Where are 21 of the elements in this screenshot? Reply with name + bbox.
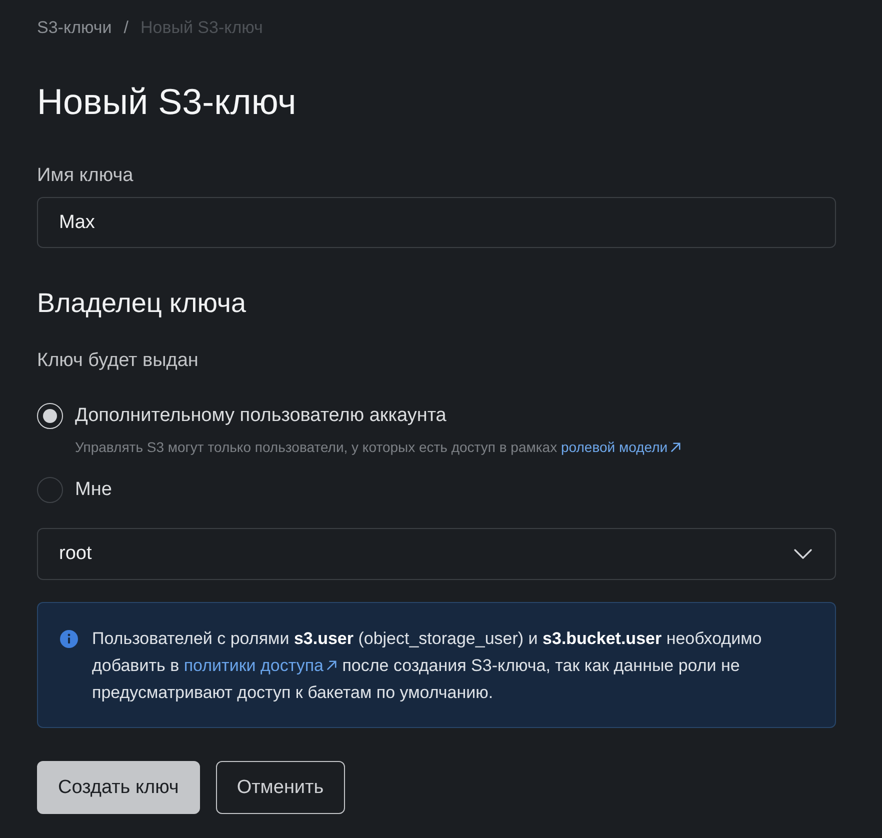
- breadcrumb-link[interactable]: S3-ключи: [37, 18, 112, 38]
- role-model-link[interactable]: ролевой модели: [560, 438, 681, 456]
- field-label: Имя ключа: [37, 164, 134, 188]
- cancel-button[interactable]: Отменить: [216, 761, 345, 814]
- key-name-input[interactable]: Max: [37, 197, 836, 248]
- section-heading: Владелец ключа: [37, 287, 247, 320]
- external-link-icon: [670, 442, 681, 452]
- chevron-down-icon: [794, 549, 812, 559]
- radio-label[interactable]: Мне: [75, 477, 112, 503]
- create-key-button[interactable]: Создать ключ: [37, 761, 200, 814]
- page-title: Новый S3-ключ: [37, 80, 298, 124]
- info-icon: [60, 630, 78, 648]
- radio-group-label: Ключ будет выдан: [37, 349, 200, 373]
- radio-label[interactable]: Дополнительному пользователю аккаунта: [75, 403, 446, 429]
- hint-text: Управлять S3 могут только пользователи, у которых есть доступ в рамках ролевой модели: [75, 438, 836, 456]
- user-select[interactable]: root: [37, 528, 836, 580]
- info-text: Пользователей с ролями s3.user (object_storage_user) и s3.bucket.user необходимо добавить в политики доступа после создания S3-ключа, так как данные роли не предусматривают доступ к бакетам по умолчанию.: [92, 628, 763, 704]
- radio-button[interactable]: [37, 477, 63, 503]
- external-link-icon: [326, 660, 338, 671]
- breadcrumb-separator: /: [124, 18, 128, 38]
- access-policies-link[interactable]: политики доступа: [184, 652, 338, 679]
